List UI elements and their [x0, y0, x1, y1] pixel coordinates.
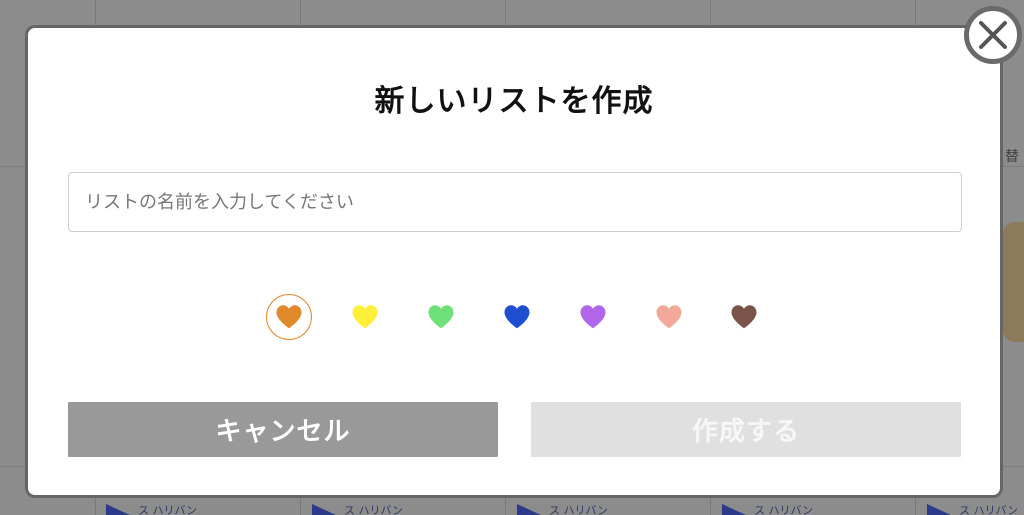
flag-icon: [106, 504, 132, 515]
bg-brand-badge: ス ハリバン: [106, 503, 226, 515]
bg-badge-label: ス ハリバン: [754, 504, 814, 515]
create-button[interactable]: 作成する: [531, 402, 961, 457]
heart-color-yellow[interactable]: [342, 294, 388, 340]
heart-icon: [580, 305, 606, 329]
heart-color-brown[interactable]: [721, 294, 767, 340]
heart-icon: [504, 305, 530, 329]
flag-icon: [722, 504, 748, 515]
bg-product-photo: [1003, 222, 1024, 342]
dialog-title: 新しいリストを作成: [374, 84, 654, 119]
bg-brand-badge: ス ハリバン: [722, 503, 842, 515]
bg-badge-label: ス ハリバン: [138, 504, 198, 515]
flag-icon: [312, 504, 338, 515]
bg-text: 替: [1005, 149, 1019, 165]
create-list-dialog: 新しいリストを作成 キャンセル 作成する: [25, 25, 1003, 498]
heart-icon: [352, 305, 378, 329]
flag-icon: [927, 504, 953, 515]
bg-badge-label: ス ハリバン: [344, 504, 404, 515]
heart-icon: [428, 305, 454, 329]
bg-brand-badge: ス ハリバン: [927, 503, 1024, 515]
bg-brand-badge: ス ハリバン: [517, 503, 637, 515]
bg-badge-label: ス ハリバン: [959, 504, 1019, 515]
heart-icon: [656, 305, 682, 329]
heart-color-blue[interactable]: [494, 294, 540, 340]
cancel-button[interactable]: キャンセル: [68, 402, 498, 457]
heart-color-picker: [28, 294, 1000, 342]
heart-color-purple[interactable]: [570, 294, 616, 340]
close-icon: [979, 21, 1007, 49]
heart-color-pink[interactable]: [646, 294, 692, 340]
close-button[interactable]: [964, 6, 1022, 64]
heart-color-green[interactable]: [418, 294, 464, 340]
heart-color-orange[interactable]: [266, 294, 312, 340]
bg-badge-label: ス ハリバン: [549, 504, 609, 515]
heart-icon: [276, 305, 302, 329]
bg-brand-badge: ス ハリバン: [312, 503, 432, 515]
heart-icon: [731, 305, 757, 329]
list-name-input[interactable]: [68, 172, 962, 232]
flag-icon: [517, 504, 543, 515]
